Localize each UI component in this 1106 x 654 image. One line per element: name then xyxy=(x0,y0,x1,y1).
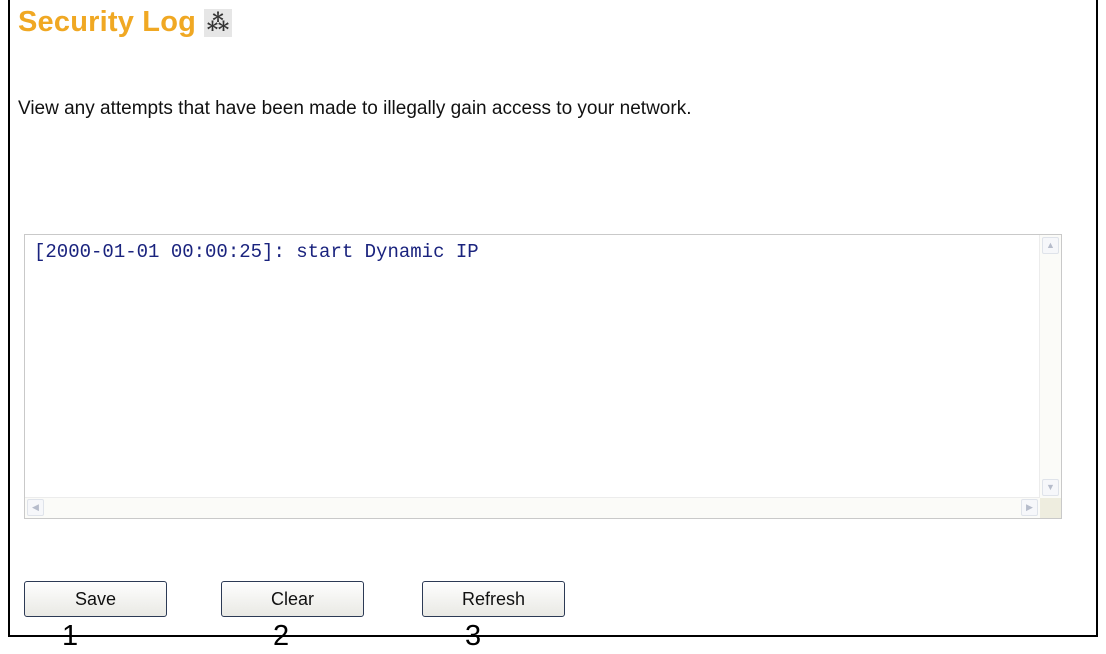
scrollbar-corner xyxy=(1040,498,1061,518)
page-title: Security Log xyxy=(18,6,197,38)
help-icon[interactable]: ⁂ xyxy=(204,8,233,37)
callout-number-1: 1 xyxy=(62,620,79,652)
scroll-up-arrow-icon[interactable]: ▲ xyxy=(1042,237,1059,254)
vertical-scrollbar[interactable]: ▲ ▼ xyxy=(1039,235,1061,498)
security-log-textarea[interactable]: [2000-01-01 00:00:25]: start Dynamic IP … xyxy=(24,234,1062,519)
save-button[interactable]: Save xyxy=(24,581,167,617)
scroll-down-arrow-icon[interactable]: ▼ xyxy=(1042,479,1059,496)
clear-button[interactable]: Clear xyxy=(221,581,364,617)
log-entry: [2000-01-01 00:00:25]: start Dynamic IP xyxy=(34,241,479,263)
horizontal-scrollbar[interactable]: ◀ ▶ xyxy=(25,497,1040,518)
callout-number-2: 2 xyxy=(273,620,290,652)
refresh-button[interactable]: Refresh xyxy=(422,581,565,617)
scroll-left-arrow-icon[interactable]: ◀ xyxy=(27,499,44,516)
scroll-right-arrow-icon[interactable]: ▶ xyxy=(1021,499,1038,516)
title-row: Security Log ⁂ xyxy=(18,6,233,39)
callout-number-3: 3 xyxy=(465,620,482,652)
page-description: View any attempts that have been made to… xyxy=(18,98,692,119)
